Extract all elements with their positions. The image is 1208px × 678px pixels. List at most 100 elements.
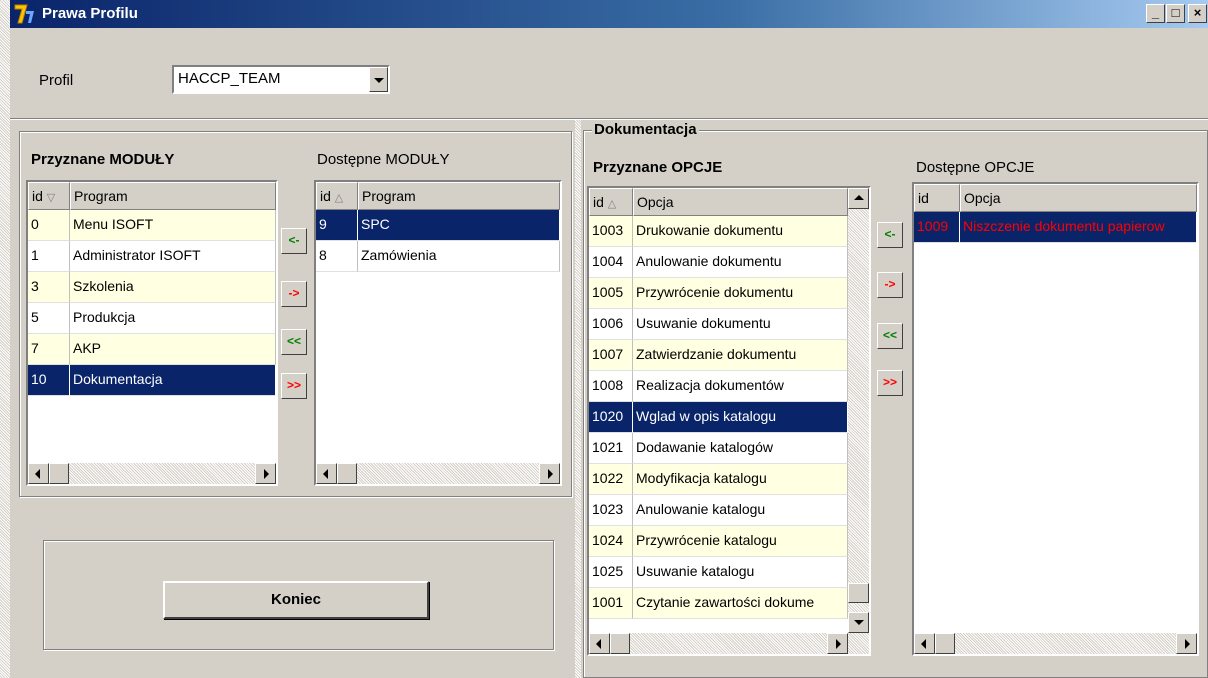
scroll-right-button[interactable] — [255, 463, 276, 484]
grid-header: id △ Program — [316, 182, 560, 210]
add-module-button[interactable]: <- — [281, 228, 307, 254]
table-row[interactable]: 9 SPC — [316, 210, 560, 241]
remove-option-button[interactable]: -> — [877, 272, 903, 298]
cell-id: 1021 — [589, 433, 633, 464]
scroll-right-button[interactable] — [539, 463, 560, 484]
remove-module-button[interactable]: -> — [281, 281, 307, 307]
available-options-title: Dostępne OPCJE — [916, 159, 1035, 176]
table-row[interactable]: 3 Szkolenia — [28, 272, 276, 303]
table-row[interactable]: 1023 Anulowanie katalogu — [589, 495, 848, 526]
close-button[interactable]: × — [1188, 4, 1207, 23]
scroll-up-button[interactable] — [848, 188, 869, 209]
add-option-button[interactable]: <- — [877, 222, 903, 248]
scroll-right-button[interactable] — [827, 633, 848, 654]
cell-id: 7 — [28, 334, 70, 365]
scroll-thumb[interactable] — [49, 463, 69, 484]
cell-id: 1001 — [589, 588, 633, 619]
assigned-options-grid[interactable]: id △ Opcja 1003 Drukowanie dokumentu 1004 A… — [587, 186, 871, 656]
column-header-id[interactable]: id ▽ — [28, 182, 70, 210]
table-row[interactable]: 1001 Czytanie zawartości dokume — [589, 588, 848, 619]
profile-dropdown-button[interactable] — [369, 67, 388, 92]
scroll-left-button[interactable] — [589, 633, 610, 654]
column-header-id[interactable]: id — [914, 184, 960, 212]
arrow-left-icon — [921, 639, 926, 649]
table-row[interactable]: 1022 Modyfikacja katalogu — [589, 464, 848, 495]
remove-all-modules-button[interactable]: >> — [281, 373, 307, 399]
grid-body: 1009 Niszczenie dokumentu papierow — [914, 212, 1197, 243]
column-header-program[interactable]: Program — [70, 182, 276, 210]
cell-name: Przywrócenie katalogu — [633, 526, 848, 557]
table-row[interactable]: 8 Zamówienia — [316, 241, 560, 272]
scroll-thumb[interactable] — [848, 583, 869, 603]
chevron-down-icon — [374, 78, 384, 83]
title-bar[interactable]: Prawa Profilu _ □ × — [10, 0, 1208, 28]
scroll-thumb[interactable] — [610, 633, 630, 654]
table-row[interactable]: 0 Menu ISOFT — [28, 210, 276, 241]
grid-body: 9 SPC 8 Zamówienia — [316, 210, 560, 272]
profile-select-value: HACCP_TEAM — [178, 70, 281, 87]
scroll-right-button[interactable] — [1176, 633, 1197, 654]
table-row[interactable]: 1025 Usuwanie katalogu — [589, 557, 848, 588]
scroll-thumb[interactable] — [935, 633, 955, 654]
cell-name: SPC — [358, 210, 560, 241]
table-row[interactable]: 5 Produkcja — [28, 303, 276, 334]
table-row[interactable]: 1005 Przywrócenie dokumentu — [589, 278, 848, 309]
remove-all-options-button[interactable]: >> — [877, 370, 903, 396]
column-header-id[interactable]: id △ — [589, 188, 633, 216]
horizontal-scrollbar[interactable] — [28, 463, 276, 484]
scroll-down-button[interactable] — [848, 612, 869, 633]
column-header-option[interactable]: Opcja — [633, 188, 848, 216]
scroll-left-button[interactable] — [316, 463, 337, 484]
table-row[interactable]: 1006 Usuwanie dokumentu — [589, 309, 848, 340]
maximize-button[interactable]: □ — [1166, 4, 1185, 23]
scroll-left-button[interactable] — [914, 633, 935, 654]
horizontal-scrollbar[interactable] — [316, 463, 560, 484]
table-row[interactable]: 10 Dokumentacja — [28, 365, 276, 396]
table-row[interactable]: 1020 Wglad w opis katalogu — [589, 402, 848, 433]
assigned-modules-grid[interactable]: id ▽ Program 0 Menu ISOFT 1 Administrator I… — [26, 180, 278, 486]
table-row[interactable]: 1007 Zatwierdzanie dokumentu — [589, 340, 848, 371]
grid-body: 1003 Drukowanie dokumentu 1004 Anulowanie d… — [589, 216, 848, 619]
column-header-program[interactable]: Program — [358, 182, 560, 210]
available-modules-grid[interactable]: id △ Program 9 SPC 8 Zamówienia — [314, 180, 562, 486]
vertical-scrollbar[interactable] — [848, 188, 869, 633]
cell-name: Szkolenia — [70, 272, 276, 303]
cell-name: Czytanie zawartości dokume — [633, 588, 848, 619]
cell-name: Dodawanie katalogów — [633, 433, 848, 464]
panel-splitter[interactable] — [575, 120, 581, 678]
arrow-right-icon — [548, 469, 553, 479]
scroll-left-button[interactable] — [28, 463, 49, 484]
column-header-option[interactable]: Opcja — [960, 184, 1197, 212]
cell-name: Dokumentacja — [70, 365, 276, 396]
add-all-options-button[interactable]: << — [877, 323, 903, 349]
table-row[interactable]: 1003 Drukowanie dokumentu — [589, 216, 848, 247]
table-row[interactable]: 1009 Niszczenie dokumentu papierow — [914, 212, 1197, 243]
horizontal-scrollbar[interactable] — [589, 633, 869, 654]
table-row[interactable]: 1004 Anulowanie dokumentu — [589, 247, 848, 278]
cell-name: Usuwanie katalogu — [633, 557, 848, 588]
profile-label: Profil — [39, 72, 74, 89]
table-row[interactable]: 1008 Realizacja dokumentów — [589, 371, 848, 402]
cell-name: Usuwanie dokumentu — [633, 309, 848, 340]
options-group-title: Dokumentacja — [592, 121, 699, 138]
cell-id: 9 — [316, 210, 358, 241]
cell-id: 1003 — [589, 216, 633, 247]
window-left-edge — [0, 0, 10, 678]
column-header-id[interactable]: id △ — [316, 182, 358, 210]
table-row[interactable]: 7 AKP — [28, 334, 276, 365]
scroll-thumb[interactable] — [337, 463, 357, 484]
cell-id: 10 — [28, 365, 70, 396]
table-row[interactable]: 1024 Przywrócenie katalogu — [589, 526, 848, 557]
minimize-button[interactable]: _ — [1146, 4, 1165, 23]
profile-select[interactable]: HACCP_TEAM — [172, 65, 390, 94]
cell-id: 8 — [316, 241, 358, 272]
cell-id: 1009 — [914, 212, 960, 243]
add-all-modules-button[interactable]: << — [281, 329, 307, 355]
end-button[interactable]: Koniec — [163, 581, 429, 619]
sort-desc-icon: ▽ — [46, 192, 56, 204]
available-options-grid[interactable]: id Opcja 1009 Niszczenie dokumentu papier… — [912, 182, 1199, 656]
table-row[interactable]: 1 Administrator ISOFT — [28, 241, 276, 272]
arrow-up-icon — [854, 195, 864, 200]
table-row[interactable]: 1021 Dodawanie katalogów — [589, 433, 848, 464]
horizontal-scrollbar[interactable] — [914, 633, 1197, 654]
